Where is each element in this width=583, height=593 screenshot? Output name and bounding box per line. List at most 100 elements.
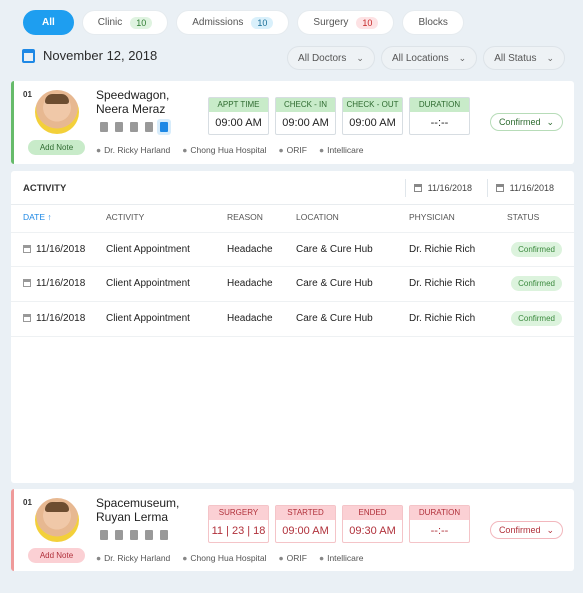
chevron-down-icon: ⌄ bbox=[458, 52, 467, 63]
document-icon[interactable] bbox=[100, 122, 108, 132]
calendar-icon bbox=[23, 314, 31, 322]
add-note-button[interactable]: Add Note bbox=[28, 548, 85, 563]
location: ● Chong Hua Hospital bbox=[182, 553, 267, 563]
calendar-icon bbox=[23, 245, 31, 253]
patient-name[interactable]: Speedwagon, Neera Meraz bbox=[96, 88, 169, 116]
check-out-box: CHECK - OUT 09:00 AM bbox=[342, 97, 403, 135]
filter-tabs: All Clinic 10 Admissions 10 Surgery 10 Bloc… bbox=[23, 10, 464, 35]
status-dropdown[interactable]: Confirmed ⌄ bbox=[489, 521, 563, 539]
avatar bbox=[35, 498, 79, 542]
filter-label: All Status bbox=[494, 52, 537, 64]
date-header: November 12, 2018 bbox=[22, 48, 157, 63]
appointment-card[interactable]: 01 Add Note Speedwagon, Neera Meraz ● Dr. … bbox=[11, 81, 574, 164]
column-status[interactable]: STATUS bbox=[507, 212, 539, 222]
date-to-picker[interactable]: 11/16/2018 bbox=[486, 179, 562, 197]
stethoscope-icon: ● bbox=[278, 553, 284, 563]
column-date[interactable]: DATE ↑ bbox=[23, 212, 52, 222]
person-icon: ● bbox=[96, 145, 102, 155]
date-from-picker[interactable]: 11/16/2018 bbox=[404, 179, 480, 197]
clipboard-icon[interactable] bbox=[115, 530, 123, 540]
filter-label: All Doctors bbox=[298, 52, 347, 64]
insurance-icon: ● bbox=[318, 145, 325, 155]
filters: All Doctors ⌄ All Locations ⌄ All Status ⌄ bbox=[287, 46, 565, 70]
appt-time-box: APPT TIME 09:00 AM bbox=[208, 97, 269, 135]
divider bbox=[11, 204, 574, 205]
add-note-button[interactable]: Add Note bbox=[28, 140, 85, 155]
filter-label: All Locations bbox=[391, 52, 449, 64]
tab-clinic[interactable]: Clinic 10 bbox=[81, 10, 169, 35]
check-in-box: CHECK - IN 09:00 AM bbox=[275, 97, 336, 135]
pin-icon: ● bbox=[182, 553, 188, 563]
action-icons bbox=[100, 530, 168, 540]
surgery-date-box: SURGERY 11 | 23 | 18 bbox=[208, 505, 269, 543]
tab-label: Admissions bbox=[192, 17, 244, 28]
calendar-icon[interactable] bbox=[22, 48, 35, 63]
tab-admissions[interactable]: Admissions 10 bbox=[176, 10, 290, 35]
chevron-down-icon: ⌄ bbox=[546, 524, 554, 535]
calendar-icon bbox=[495, 184, 504, 192]
status-badge: Confirmed bbox=[511, 242, 562, 257]
doctor-filter[interactable]: All Doctors ⌄ bbox=[287, 46, 375, 70]
count-badge: 10 bbox=[356, 16, 379, 29]
calendar-icon bbox=[23, 279, 31, 287]
column-reason[interactable]: REASON bbox=[227, 212, 263, 222]
table-row[interactable]: 11/16/2018 Client Appointment Headache C… bbox=[11, 302, 574, 337]
location-filter[interactable]: All Locations ⌄ bbox=[380, 46, 478, 70]
table-row[interactable]: 11/16/2018 Client Appointment Headache C… bbox=[11, 267, 574, 302]
activity-title: ACTIVITY bbox=[23, 183, 67, 194]
file-icon[interactable] bbox=[160, 122, 168, 132]
location: ● Chong Hua Hospital bbox=[182, 145, 267, 155]
duration-box: DURATION --:-- bbox=[409, 505, 470, 543]
insurance: ● Intellicare bbox=[318, 145, 364, 155]
chevron-down-icon: ⌄ bbox=[356, 52, 364, 63]
card-index: 01 bbox=[23, 498, 32, 507]
status-badge: Confirmed bbox=[511, 311, 562, 326]
count-badge: 10 bbox=[130, 16, 153, 29]
person-icon: ● bbox=[96, 553, 102, 563]
bell-icon[interactable] bbox=[145, 530, 153, 540]
tab-all[interactable]: All bbox=[23, 10, 74, 35]
tab-label: All bbox=[42, 17, 55, 28]
started-box: STARTED 09:00 AM bbox=[275, 505, 336, 543]
activity-panel: ACTIVITY 11/16/2018 11/16/2018 DATE ↑ AC… bbox=[11, 171, 574, 483]
file-icon[interactable] bbox=[160, 530, 168, 540]
tab-label: Surgery bbox=[313, 17, 349, 28]
status-dropdown[interactable]: Confirmed ⌄ bbox=[489, 113, 563, 131]
chevron-down-icon: ⌄ bbox=[546, 116, 554, 127]
tab-label: Clinic bbox=[97, 17, 123, 28]
table-row[interactable]: 11/16/2018 Client Appointment Headache C… bbox=[11, 232, 574, 267]
current-date: November 12, 2018 bbox=[43, 48, 158, 63]
document-icon[interactable] bbox=[100, 530, 108, 540]
column-activity[interactable]: ACTIVITY bbox=[106, 212, 144, 222]
doctor: ● Dr. Ricky Harland bbox=[96, 145, 171, 155]
stethoscope-icon: ● bbox=[278, 145, 284, 155]
tab-surgery[interactable]: Surgery 10 bbox=[297, 10, 395, 35]
calendar-icon bbox=[413, 184, 422, 192]
patient-name[interactable]: Spacemuseum, Ruyan Lerma bbox=[96, 496, 179, 524]
status-filter[interactable]: All Status ⌄ bbox=[483, 46, 565, 70]
column-physician[interactable]: PHYSICIAN bbox=[409, 212, 455, 222]
column-location[interactable]: LOCATION bbox=[296, 212, 339, 222]
avatar bbox=[35, 90, 79, 134]
time-boxes: SURGERY 11 | 23 | 18 STARTED 09:00 AM ENDE… bbox=[208, 505, 470, 543]
clipboard-icon[interactable] bbox=[115, 122, 123, 132]
surgery-meta: ● Dr. Ricky Harland ● Chong Hua Hospital ●… bbox=[96, 553, 363, 563]
appointment-meta: ● Dr. Ricky Harland ● Chong Hua Hospital ●… bbox=[96, 145, 363, 155]
tab-label: Blocks bbox=[418, 17, 448, 28]
surgery-card[interactable]: 01 Add Note Spacemuseum, Ruyan Lerma ● Dr.… bbox=[11, 489, 574, 571]
ended-box: ENDED 09:30 AM bbox=[342, 505, 403, 543]
chevron-down-icon: ⌄ bbox=[546, 52, 554, 63]
bell-icon[interactable] bbox=[145, 122, 153, 132]
duration-box: DURATION --:-- bbox=[409, 97, 470, 135]
status-badge: Confirmed bbox=[511, 276, 562, 291]
insurance-icon: ● bbox=[318, 553, 325, 563]
procedure: ● ORIF bbox=[278, 145, 307, 155]
procedure: ● ORIF bbox=[278, 553, 307, 563]
tab-blocks[interactable]: Blocks bbox=[402, 10, 464, 35]
attachment-icon[interactable] bbox=[130, 122, 138, 132]
attachment-icon[interactable] bbox=[130, 530, 138, 540]
time-boxes: APPT TIME 09:00 AM CHECK - IN 09:00 AM CHE… bbox=[208, 97, 470, 135]
pin-icon: ● bbox=[182, 145, 188, 155]
doctor: ● Dr. Ricky Harland bbox=[96, 553, 171, 563]
count-badge: 10 bbox=[251, 16, 274, 29]
